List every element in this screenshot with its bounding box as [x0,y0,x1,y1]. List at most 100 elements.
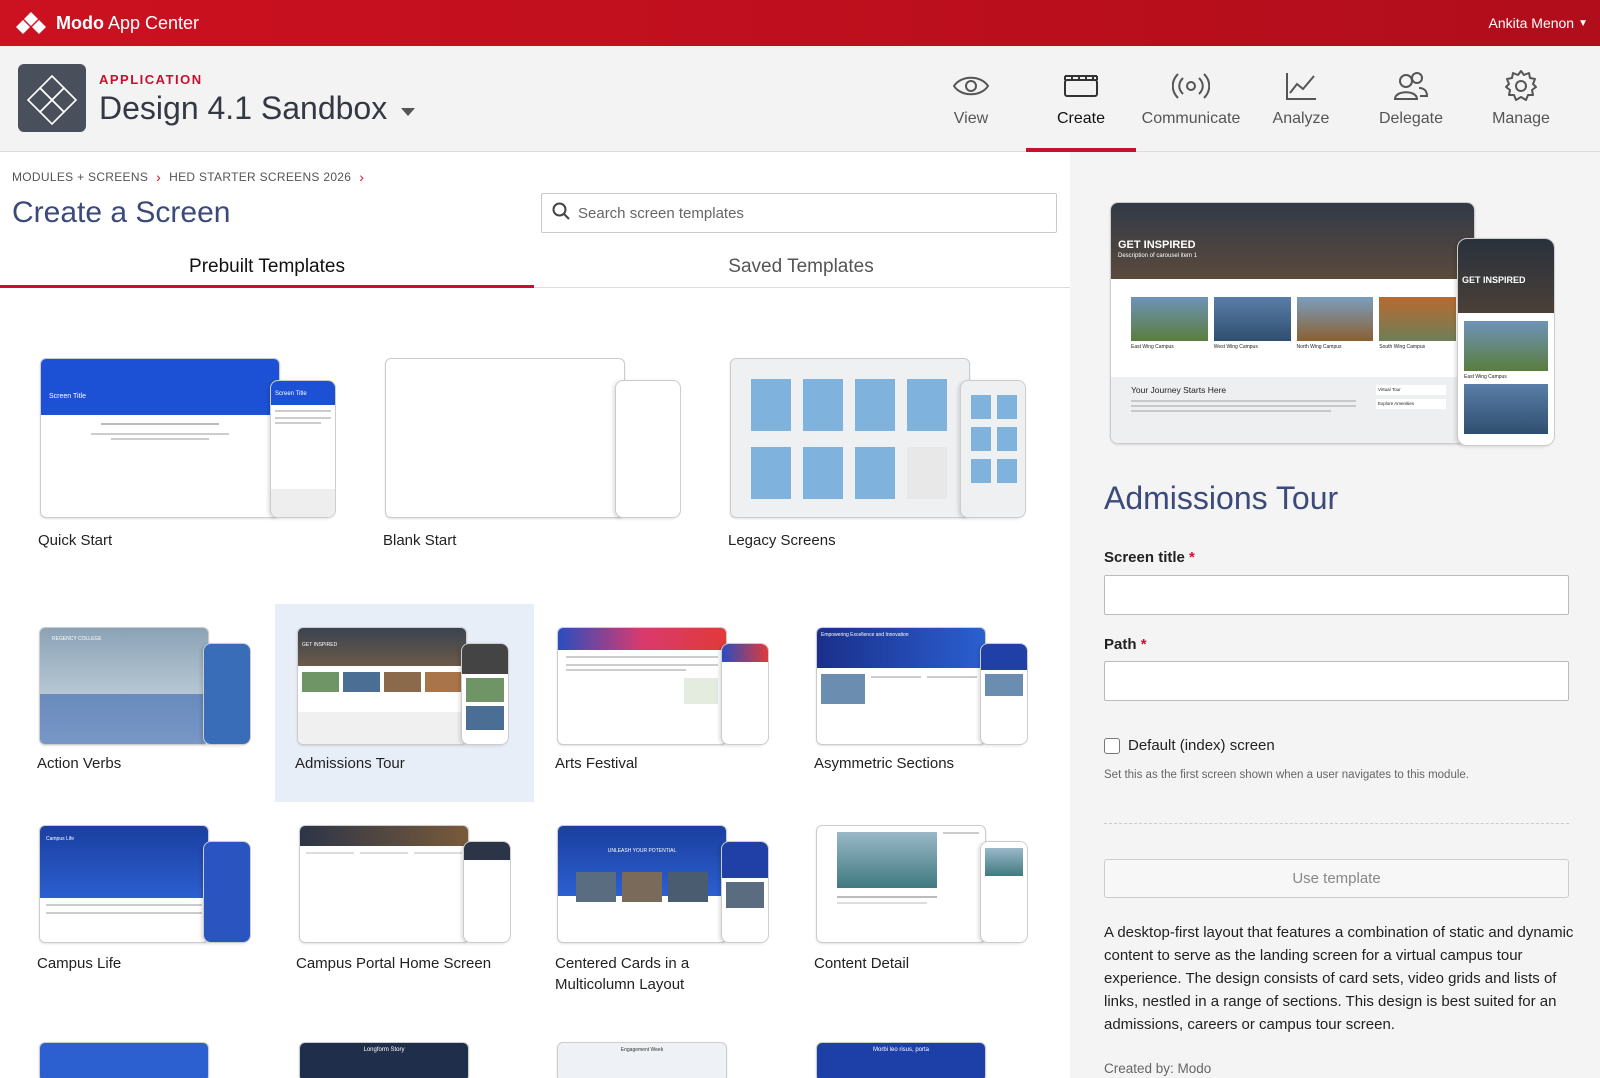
template-card-content-detail[interactable]: Content Detail [804,804,1054,1002]
breadcrumb: MODULES + SCREENS › HED STARTER SCREENS … [12,169,364,185]
nav-label: Manage [1492,110,1550,127]
tab-prebuilt-templates[interactable]: Prebuilt Templates [0,248,534,288]
eye-icon [952,68,990,104]
users-icon [1392,68,1430,104]
template-thumbnail: Campus Life [39,825,251,943]
template-thumbnail: Engagement Week [557,1042,727,1078]
default-screen-hint: Set this as the first screen shown when … [1104,769,1469,781]
user-menu[interactable]: Ankita Menon ▼ [1488,15,1588,31]
nav-label: Communicate [1141,110,1241,127]
template-thumbnail [557,627,769,745]
template-card-blank-start[interactable]: Blank Start [383,358,683,558]
template-card-quick-start[interactable]: Screen Title Screen Title Quick Start [38,358,338,558]
template-label: Legacy Screens [728,532,836,549]
template-thumbnail: REGENCY COLLEGE [39,627,251,745]
main-nav: View Create Communicate Analyze Delegate [916,46,1576,152]
app-center-title[interactable]: Modo App Center [56,13,199,34]
template-label: Campus Portal Home Screen [296,955,492,972]
template-preview: GET INSPIRED Description of carousel ite… [1110,202,1570,452]
nav-create[interactable]: Create [1026,46,1136,152]
search-icon [552,202,570,225]
template-card-centered-cards[interactable]: UNLEASH YOUR POTENTIAL Centered Cards in… [545,804,795,1002]
template-label: Arts Festival [555,755,638,772]
template-label: Admissions Tour [295,755,405,772]
app-logo-icon [18,64,86,132]
nav-analyze[interactable]: Analyze [1246,46,1356,152]
template-thumbnail: Screen Title Screen Title [40,358,336,518]
nav-label: View [953,110,989,127]
chevron-right-icon: › [359,169,365,185]
template-label: Quick Start [38,532,113,549]
modo-logo-icon[interactable] [14,10,48,36]
tab-saved-templates[interactable]: Saved Templates [534,248,1068,287]
template-thumbnail [816,825,1028,943]
template-tabs: Prebuilt Templates Saved Templates [0,248,1070,288]
nav-label: Analyze [1272,110,1330,127]
screen-title-label: Screen title * [1104,549,1195,566]
search-input[interactable] [578,204,1018,222]
template-card-legacy-screens[interactable]: Legacy Screens [728,358,1028,558]
divider [1104,823,1569,824]
nav-manage[interactable]: Manage [1466,46,1576,152]
template-card-campus-life[interactable]: Campus Life Campus Life [28,804,278,1002]
selected-template-title: Admissions Tour [1104,480,1339,516]
breadcrumb-hed-starter[interactable]: HED STARTER SCREENS 2026 [169,170,351,184]
template-label: Content Detail [814,955,910,972]
template-thumbnail [385,358,681,518]
nav-communicate[interactable]: Communicate [1136,46,1246,152]
path-input[interactable] [1104,661,1569,701]
user-name: Ankita Menon [1488,15,1575,31]
template-card-row4-3[interactable]: Engagement Week [557,1042,729,1078]
template-description: A desktop-first layout that features a c… [1104,924,1574,1033]
application-kicker: APPLICATION [99,72,203,87]
created-by: Created by: Modo [1104,1061,1212,1076]
template-thumbnail: Longform Story [299,1042,469,1078]
use-template-button[interactable]: Use template [1104,859,1569,898]
app-title: Design 4.1 Sandbox [99,90,388,126]
template-thumbnail: Morbi leo risus, porta [816,1042,986,1078]
template-thumbnail: GET INSPIRED [297,627,509,745]
template-card-row4-2[interactable]: Longform Story [299,1042,471,1078]
template-card-campus-portal-home-screen[interactable]: Campus Portal Home Screen [287,804,537,1002]
template-label: Campus Life [37,955,122,972]
chart-icon [1282,68,1320,104]
template-label: Action Verbs [37,755,122,772]
gear-icon [1504,68,1538,104]
default-screen-checkbox[interactable]: Default (index) screen [1104,737,1275,754]
main-content: MODULES + SCREENS › HED STARTER SCREENS … [0,152,1070,1078]
breadcrumb-modules[interactable]: MODULES + SCREENS [12,170,148,184]
chevron-down-icon [401,107,416,116]
template-detail-panel: GET INSPIRED Description of carousel ite… [1070,152,1600,1078]
template-thumbnail [39,1042,209,1078]
template-card-admissions-tour[interactable]: GET INSPIRED Admissions Tour [275,604,534,802]
path-label: Path * [1104,636,1147,653]
template-card-row4-1[interactable] [39,1042,211,1078]
template-label: Asymmetric Sections [814,755,955,772]
broadcast-icon [1172,68,1210,104]
create-icon [1062,68,1100,104]
search-box[interactable] [541,193,1057,233]
nav-delegate[interactable]: Delegate [1356,46,1466,152]
template-thumbnail: UNLEASH YOUR POTENTIAL [557,825,769,943]
template-thumbnail [730,358,1026,518]
app-header: APPLICATION Design 4.1 Sandbox View Crea… [0,46,1600,152]
chevron-right-icon: › [156,169,162,185]
template-card-arts-festival[interactable]: Arts Festival [545,604,795,802]
page-title: Create a Screen [12,196,231,229]
template-thumbnail [299,825,511,943]
default-screen-label: Default (index) screen [1128,737,1275,754]
template-label: Blank Start [383,532,457,549]
chevron-down-icon: ▼ [1578,17,1588,29]
screen-title-input[interactable] [1104,575,1569,615]
top-bar: Modo App Center Ankita Menon ▼ [0,0,1600,46]
nav-view[interactable]: View [916,46,1026,152]
template-card-action-verbs[interactable]: REGENCY COLLEGE Action Verbs [28,604,278,802]
nav-label: Delegate [1378,110,1444,127]
template-label: Centered Cards in a Multicolumn Layout [555,955,690,993]
template-card-asymmetric-sections[interactable]: Empowering Excellence and Innovation Asy… [804,604,1054,802]
template-card-row4-4[interactable]: Morbi leo risus, porta [816,1042,988,1078]
checkbox-box[interactable] [1104,737,1120,754]
template-thumbnail: Empowering Excellence and Innovation [816,627,1028,745]
nav-label: Create [1056,110,1106,127]
app-selector[interactable]: Design 4.1 Sandbox [99,90,416,127]
